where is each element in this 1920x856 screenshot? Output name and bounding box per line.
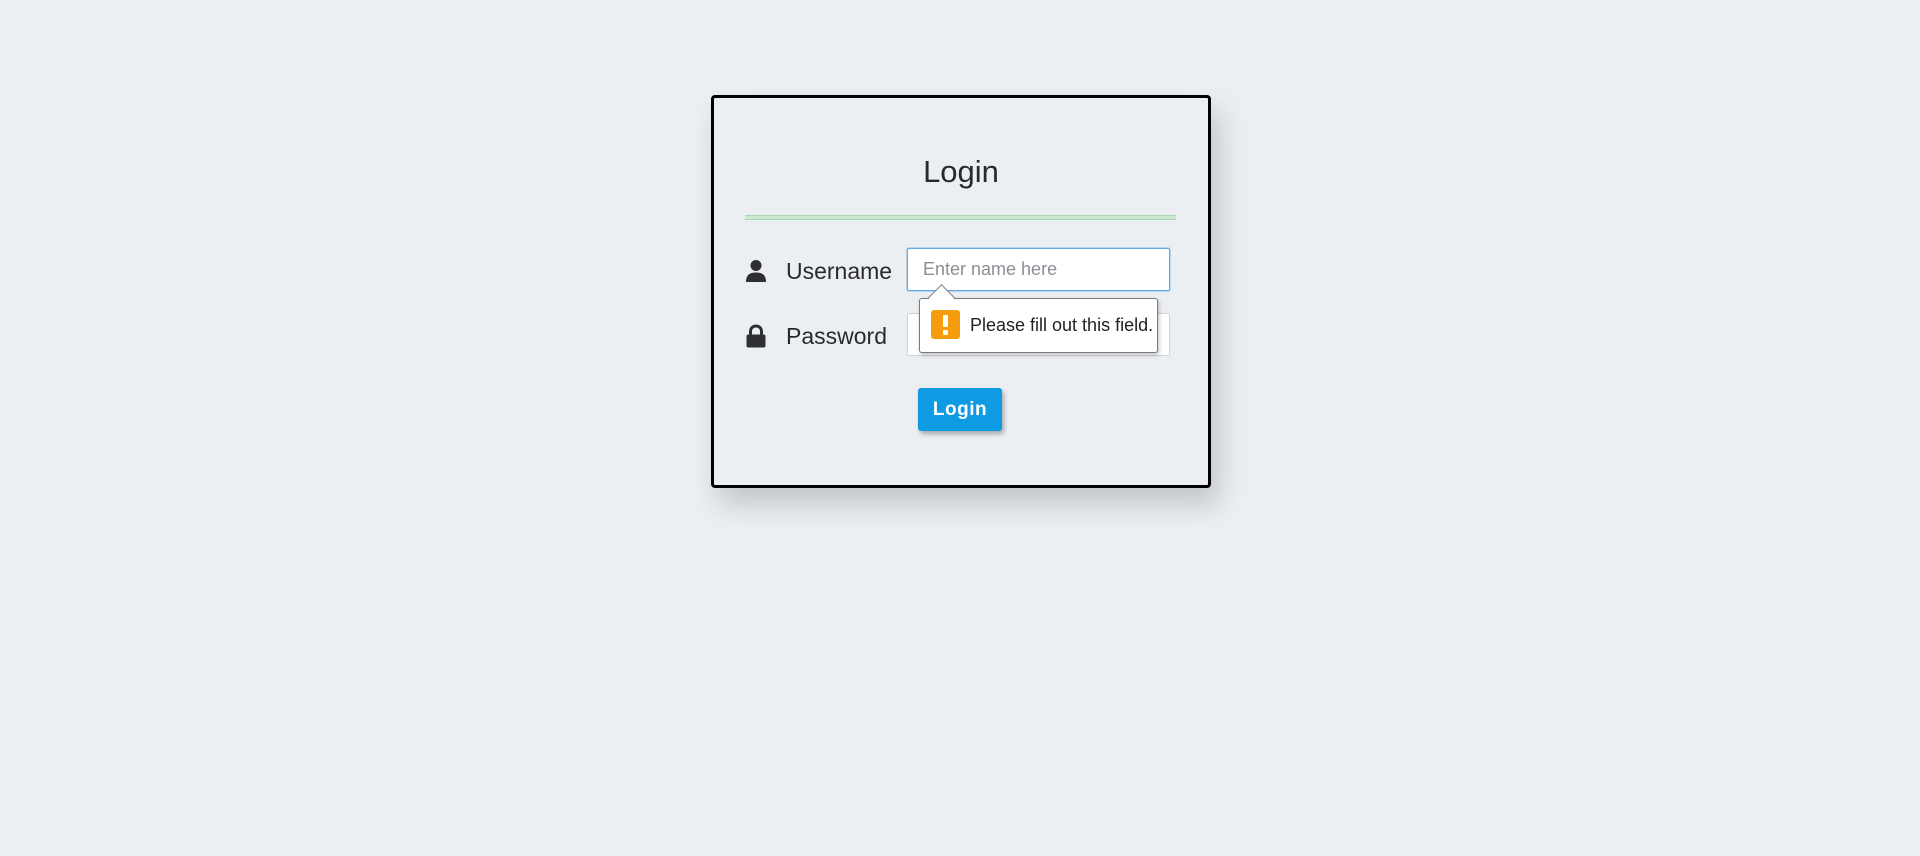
warning-icon xyxy=(931,310,960,339)
password-label: Password xyxy=(786,323,887,349)
validation-tooltip: Please fill out this field. xyxy=(919,284,1158,353)
username-input[interactable] xyxy=(907,248,1170,291)
lock-icon xyxy=(745,324,767,348)
login-title: Login xyxy=(923,154,999,189)
username-row: Username xyxy=(745,248,1176,292)
user-icon xyxy=(745,259,767,283)
title-divider xyxy=(745,215,1176,220)
login-card: Login Username Password Login xyxy=(711,95,1211,488)
username-label: Username xyxy=(786,258,893,284)
tooltip-message: Please fill out this field. xyxy=(970,315,1154,335)
login-button[interactable]: Login xyxy=(918,388,1002,431)
